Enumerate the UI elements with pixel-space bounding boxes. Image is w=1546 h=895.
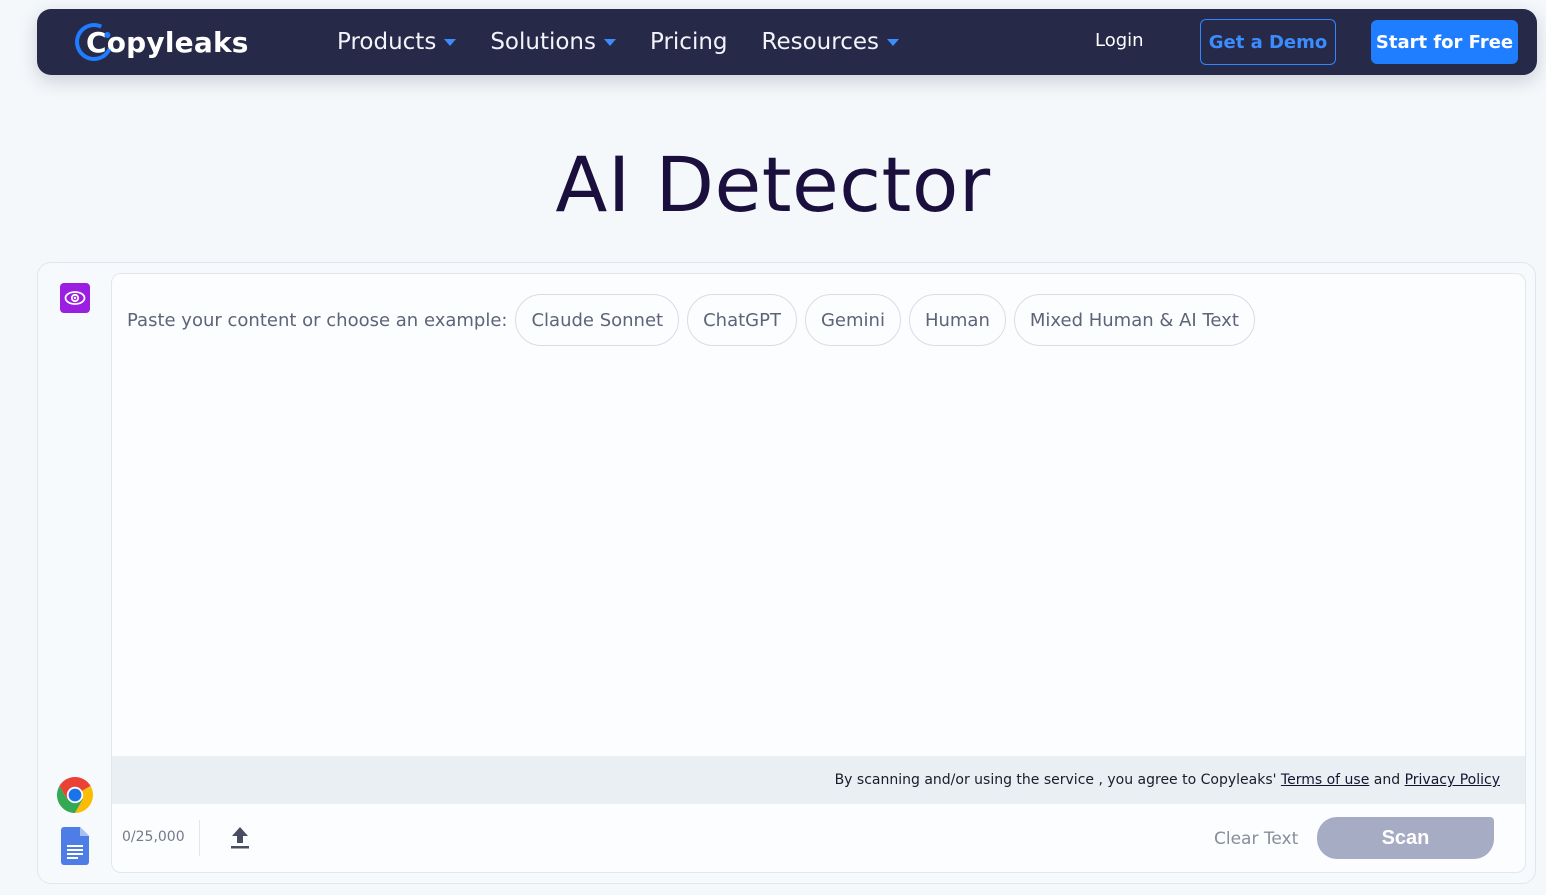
example-row: Paste your content or choose an example:… — [127, 294, 1263, 346]
top-navbar: Copyleaks Products Solutions Pricing Res… — [37, 9, 1537, 75]
nav-item-label: Products — [337, 29, 437, 55]
editor-toolbar: 0/25,000 Clear Text Scan — [112, 804, 1525, 872]
eye-icon[interactable] — [60, 283, 90, 313]
example-chip-mixed[interactable]: Mixed Human & AI Text — [1013, 294, 1255, 346]
detector-card: Paste your content or choose an example:… — [37, 262, 1536, 884]
text-editor-panel[interactable]: Paste your content or choose an example:… — [111, 273, 1526, 873]
nav-item-solutions[interactable]: Solutions — [490, 29, 616, 55]
get-demo-button[interactable]: Get a Demo — [1200, 19, 1336, 65]
terms-of-use-link[interactable]: Terms of use — [1281, 772, 1369, 788]
start-free-button[interactable]: Start for Free — [1371, 20, 1518, 64]
privacy-policy-link[interactable]: Privacy Policy — [1405, 772, 1500, 788]
page-title: AI Detector — [555, 140, 991, 229]
login-link[interactable]: Login — [1095, 30, 1144, 51]
eye-glyph — [64, 291, 86, 305]
nav-menu: Products Solutions Pricing Resources — [337, 9, 933, 75]
clear-text-button[interactable]: Clear Text — [1214, 829, 1298, 849]
brand-logo[interactable]: Copyleaks — [69, 17, 249, 67]
example-chip-chatgpt[interactable]: ChatGPT — [687, 294, 797, 346]
terms-notice: By scanning and/or using the service , y… — [112, 756, 1525, 804]
terms-prefix: By scanning and/or using the service , y… — [834, 772, 1277, 788]
upload-icon[interactable] — [230, 824, 250, 850]
chrome-icon[interactable] — [55, 775, 95, 815]
nav-item-pricing[interactable]: Pricing — [650, 29, 728, 55]
terms-and: and — [1373, 772, 1401, 788]
character-count: 0/25,000 — [122, 829, 185, 845]
nav-item-label: Resources — [761, 29, 879, 55]
example-chip-claude-sonnet[interactable]: Claude Sonnet — [515, 294, 680, 346]
caret-down-icon — [444, 38, 457, 46]
example-chip-gemini[interactable]: Gemini — [804, 294, 901, 346]
paste-prompt-label: Paste your content or choose an example: — [127, 309, 508, 331]
scan-button[interactable]: Scan — [1317, 817, 1494, 859]
nav-item-resources[interactable]: Resources — [762, 29, 899, 55]
nav-item-label: Pricing — [650, 29, 728, 55]
caret-down-icon — [604, 38, 616, 46]
nav-item-products[interactable]: Products — [337, 29, 457, 55]
caret-down-icon — [887, 38, 899, 46]
google-docs-icon[interactable] — [61, 827, 89, 865]
nav-item-label: Solutions — [490, 29, 596, 55]
toolbar-divider — [199, 820, 200, 856]
example-chip-human[interactable]: Human — [908, 294, 1006, 346]
